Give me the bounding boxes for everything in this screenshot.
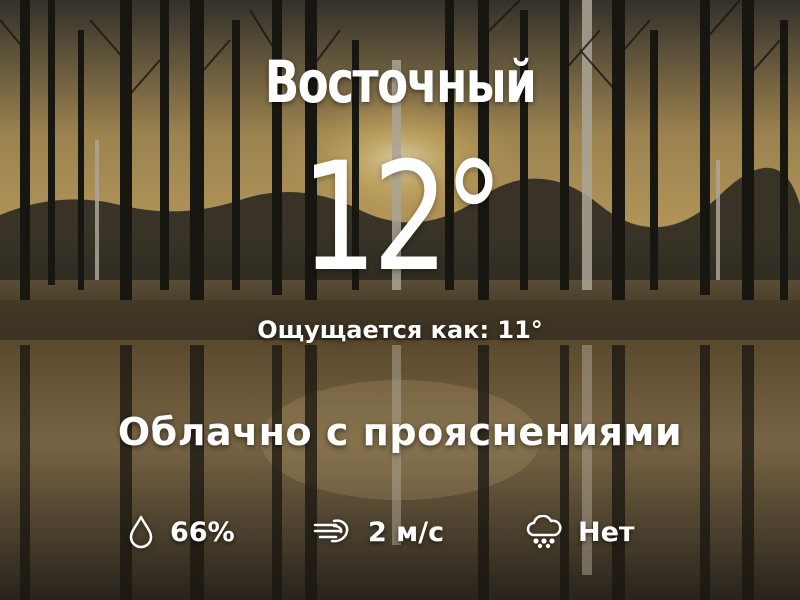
precipitation-stat: Нет bbox=[526, 510, 635, 554]
water-drop-icon bbox=[128, 515, 154, 549]
precipitation-value: Нет bbox=[578, 516, 635, 548]
current-temperature: 12° bbox=[300, 131, 504, 305]
wind-icon bbox=[312, 517, 352, 547]
humidity-stat: 66% bbox=[128, 510, 235, 554]
wind-value: 2 м/с bbox=[368, 516, 445, 548]
feels-like-temperature: Ощущается как: 11° bbox=[257, 316, 543, 344]
weather-screen: Восточный 12° Ощущается как: 11° Облачно… bbox=[0, 0, 800, 600]
wind-stat: 2 м/с bbox=[312, 510, 444, 554]
city-name: Восточный bbox=[264, 48, 537, 116]
weather-content: Восточный 12° Ощущается как: 11° Облачно… bbox=[0, 0, 800, 600]
weather-condition: Облачно с прояснениями bbox=[117, 410, 683, 454]
rain-cloud-icon bbox=[526, 515, 562, 549]
humidity-value: 66% bbox=[170, 516, 235, 548]
